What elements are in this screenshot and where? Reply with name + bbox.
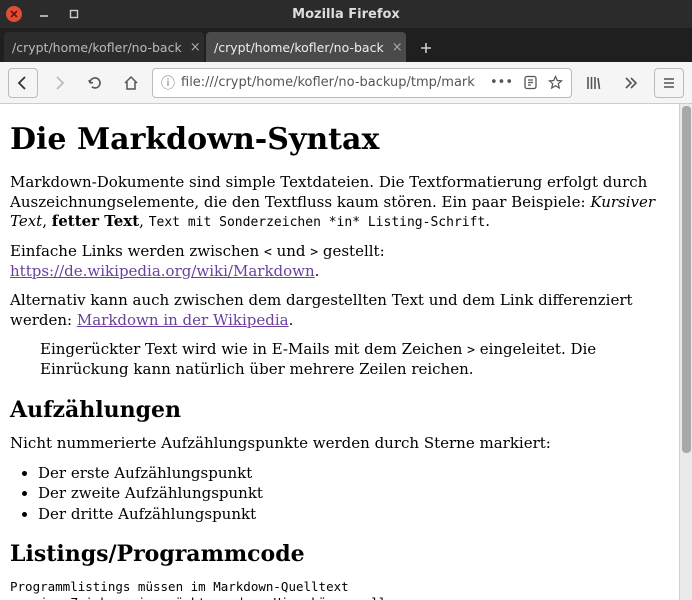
window-title: Mozilla Firefox — [0, 7, 692, 22]
minimize-icon — [39, 9, 49, 19]
back-button[interactable] — [8, 68, 38, 98]
arrow-right-icon — [51, 75, 67, 91]
overflow-button[interactable] — [616, 68, 646, 98]
tab-active[interactable]: /crypt/home/kofler/no-back × — [206, 32, 406, 62]
code-block: Programmlistings müssen im Markdown-Quel… — [10, 579, 666, 600]
reload-icon — [87, 75, 103, 91]
page-heading: Die Markdown-Syntax — [10, 120, 666, 159]
paragraph-links: Einfache Links werden zwischen < und > g… — [10, 242, 666, 281]
url-text: file:///crypt/home/kofler/no-backup/tmp/… — [181, 75, 475, 90]
heading-lists: Aufzählungen — [10, 396, 666, 425]
content-viewport: Die Markdown-Syntax Markdown-Dokumente s… — [0, 104, 692, 600]
forward-button[interactable] — [44, 68, 74, 98]
paragraph-intro: Markdown-Dokumente sind simple Textdatei… — [10, 173, 666, 232]
link-wikipedia-text[interactable]: Markdown in der Wikipedia — [77, 311, 289, 329]
window-close-button[interactable] — [6, 6, 22, 22]
code-text: Text mit Sonderzeichen *in* Listing-Schr… — [149, 215, 486, 230]
library-icon — [585, 75, 601, 91]
bullet-list: Der erste Aufzählungspunkt Der zweite Au… — [10, 464, 666, 525]
tab-label: /crypt/home/kofler/no-back — [12, 40, 182, 55]
tab-label: /crypt/home/kofler/no-back — [214, 40, 384, 55]
tab-close-button[interactable]: × — [392, 40, 403, 55]
paragraph-lists: Nicht nummerierte Aufzählungspunkte werd… — [10, 434, 666, 454]
scroll-thumb[interactable] — [682, 106, 691, 453]
app-menu-button[interactable] — [654, 68, 684, 98]
list-item: Der erste Aufzählungspunkt — [38, 464, 666, 484]
tab-inactive[interactable]: /crypt/home/kofler/no-back × — [4, 32, 204, 62]
document-body: Die Markdown-Syntax Markdown-Dokumente s… — [0, 104, 678, 600]
bookmark-star-icon[interactable] — [548, 75, 563, 90]
list-item: Der dritte Aufzählungspunkt — [38, 505, 666, 525]
window-maximize-button[interactable] — [66, 6, 82, 22]
toolbar: ⓘ file:///crypt/home/kofler/no-backup/tm… — [0, 62, 692, 104]
home-icon — [123, 75, 139, 91]
chevron-double-right-icon — [623, 75, 639, 91]
home-button[interactable] — [116, 68, 146, 98]
link-wikipedia-url[interactable]: https://de.wikipedia.org/wiki/Markdown — [10, 262, 315, 280]
page-actions-icon[interactable]: ••• — [490, 75, 513, 90]
plus-icon — [420, 42, 432, 54]
vertical-scrollbar[interactable] — [679, 104, 692, 600]
tab-strip: /crypt/home/kofler/no-back × /crypt/home… — [0, 28, 692, 62]
list-item: Der zweite Aufzählungspunkt — [38, 484, 666, 504]
arrow-left-icon — [15, 75, 31, 91]
window-minimize-button[interactable] — [36, 6, 52, 22]
bold-text: fetter Text — [52, 212, 139, 230]
heading-listings: Listings/Programmcode — [10, 540, 666, 569]
url-bar[interactable]: ⓘ file:///crypt/home/kofler/no-backup/tm… — [152, 68, 572, 98]
window-titlebar: Mozilla Firefox — [0, 0, 692, 28]
library-button[interactable] — [578, 68, 608, 98]
hamburger-icon — [662, 76, 676, 90]
reader-mode-icon[interactable] — [523, 75, 538, 90]
maximize-icon — [69, 9, 79, 19]
reload-button[interactable] — [80, 68, 110, 98]
blockquote: Eingerückter Text wird wie in E-Mails mi… — [40, 340, 666, 379]
close-icon — [10, 10, 18, 18]
tab-close-button[interactable]: × — [190, 40, 201, 55]
new-tab-button[interactable] — [412, 34, 440, 62]
site-info-icon[interactable]: ⓘ — [161, 73, 175, 93]
paragraph-link-alt: Alternativ kann auch zwischen dem darges… — [10, 291, 666, 330]
